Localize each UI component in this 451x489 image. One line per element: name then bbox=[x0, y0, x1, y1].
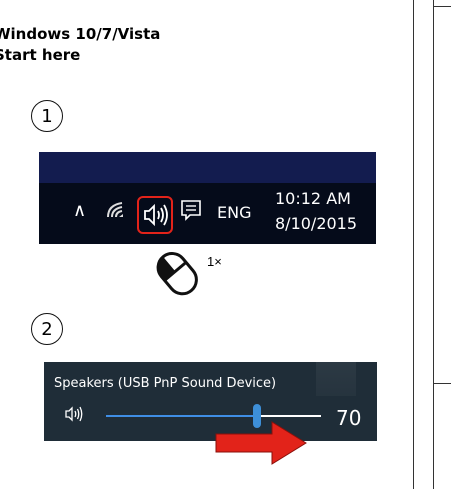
volume-slider[interactable] bbox=[106, 404, 321, 428]
taskbar: ∧ ENG 10:12 AM 8/10/2015 bbox=[39, 152, 376, 244]
clock-time[interactable]: 10:12 AM bbox=[275, 189, 351, 208]
speaker-tray-button[interactable] bbox=[137, 196, 173, 234]
action-center-icon[interactable] bbox=[179, 198, 203, 222]
click-count-label: 1× bbox=[207, 254, 222, 269]
speaker-icon bbox=[144, 203, 168, 227]
audio-device-label: Speakers (USB PnP Sound Device) bbox=[54, 376, 277, 391]
flyout-shade bbox=[316, 362, 356, 396]
panel-divider bbox=[413, 0, 414, 489]
panel-frame-left bbox=[433, 0, 434, 489]
show-hidden-icons-button[interactable]: ∧ bbox=[73, 200, 86, 221]
step-number-2: 2 bbox=[31, 313, 63, 345]
wifi-icon[interactable] bbox=[104, 197, 128, 221]
panel-frame-middle bbox=[433, 383, 451, 384]
mouse-icon bbox=[156, 252, 198, 296]
volume-slider-fill bbox=[106, 415, 257, 417]
clock-date[interactable]: 8/10/2015 bbox=[275, 214, 357, 233]
speaker-icon[interactable] bbox=[64, 404, 84, 424]
volume-value: 70 bbox=[336, 406, 362, 430]
volume-flyout: Speakers (USB PnP Sound Device) 70 bbox=[44, 362, 377, 441]
panel-frame-top bbox=[433, 6, 451, 7]
step-number-1: 1 bbox=[31, 100, 63, 132]
instructions-heading: Windows 10/7/Vista Start here bbox=[0, 24, 194, 66]
heading-line-os: Windows 10/7/Vista bbox=[0, 25, 161, 43]
language-indicator[interactable]: ENG bbox=[217, 203, 251, 222]
heading-line-start: Start here bbox=[0, 46, 81, 64]
desktop-strip bbox=[39, 152, 376, 183]
arrow-right-icon bbox=[215, 421, 307, 465]
